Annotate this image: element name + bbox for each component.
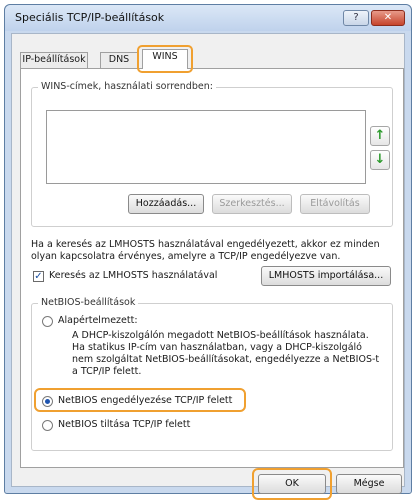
tab-panel-wins: WINS-címek, használati sorrendben: ↑ ↓ H…	[20, 68, 404, 468]
wins-address-list[interactable]	[46, 110, 366, 184]
remove-button[interactable]: Eltávolítás	[300, 194, 370, 214]
netbios-settings-group: NetBIOS-beállítások Alapértelmezett: A D…	[31, 297, 393, 451]
wins-addresses-label: WINS-címek, használati sorrendben:	[38, 81, 216, 92]
radio-disable-netbios[interactable]	[42, 420, 53, 431]
tab-wins-highlight	[137, 45, 193, 73]
add-button[interactable]: Hozzáadás...	[128, 194, 204, 214]
title-bar[interactable]: Speciális TCP/IP-beállítások ? ✕	[5, 5, 411, 31]
dialog-client-area: IP-beállítások DNS WINS WINS-címek, hasz…	[11, 33, 405, 500]
help-button[interactable]: ?	[343, 10, 369, 26]
lmhosts-checkbox-label[interactable]: Keresés az LMHOSTS használatával	[49, 270, 217, 282]
edit-button[interactable]: Szerkesztés...	[212, 194, 292, 214]
tab-ip-settings[interactable]: IP-beállítások	[20, 52, 88, 68]
default-description: A DHCP-kiszolgálón megadott NetBIOS-beál…	[72, 330, 380, 377]
cancel-button[interactable]: Mégse	[336, 474, 402, 494]
radio-default[interactable]	[42, 316, 53, 327]
up-arrow-icon: ↑	[374, 128, 386, 143]
wins-addresses-group: WINS-címek, használati sorrendben: ↑ ↓ H…	[31, 81, 393, 227]
checkmark-icon: ✓	[34, 271, 43, 282]
lmhosts-checkbox[interactable]: ✓	[33, 271, 44, 282]
tab-dns[interactable]: DNS	[100, 52, 138, 68]
window-title: Speciális TCP/IP-beállítások	[15, 11, 165, 24]
move-up-button[interactable]: ↑	[370, 126, 390, 146]
lmhosts-info-text: Ha a keresés az LMHOSTS használatával en…	[31, 239, 380, 262]
netbios-enable-highlight	[34, 388, 246, 412]
dialog-window: Speciális TCP/IP-beállítások ? ✕ IP-beál…	[4, 4, 412, 500]
ok-button-highlight	[252, 468, 332, 500]
netbios-settings-label: NetBIOS-beállítások	[38, 297, 139, 308]
down-arrow-icon: ↓	[374, 152, 386, 167]
import-lmhosts-button[interactable]: LMHOSTS importálása...	[261, 266, 391, 286]
close-button[interactable]: ✕	[371, 10, 405, 26]
radio-disable-netbios-label[interactable]: NetBIOS tiltása TCP/IP felett	[58, 419, 190, 431]
radio-default-label[interactable]: Alapértelmezett:	[58, 315, 138, 327]
move-down-button[interactable]: ↓	[370, 150, 390, 170]
